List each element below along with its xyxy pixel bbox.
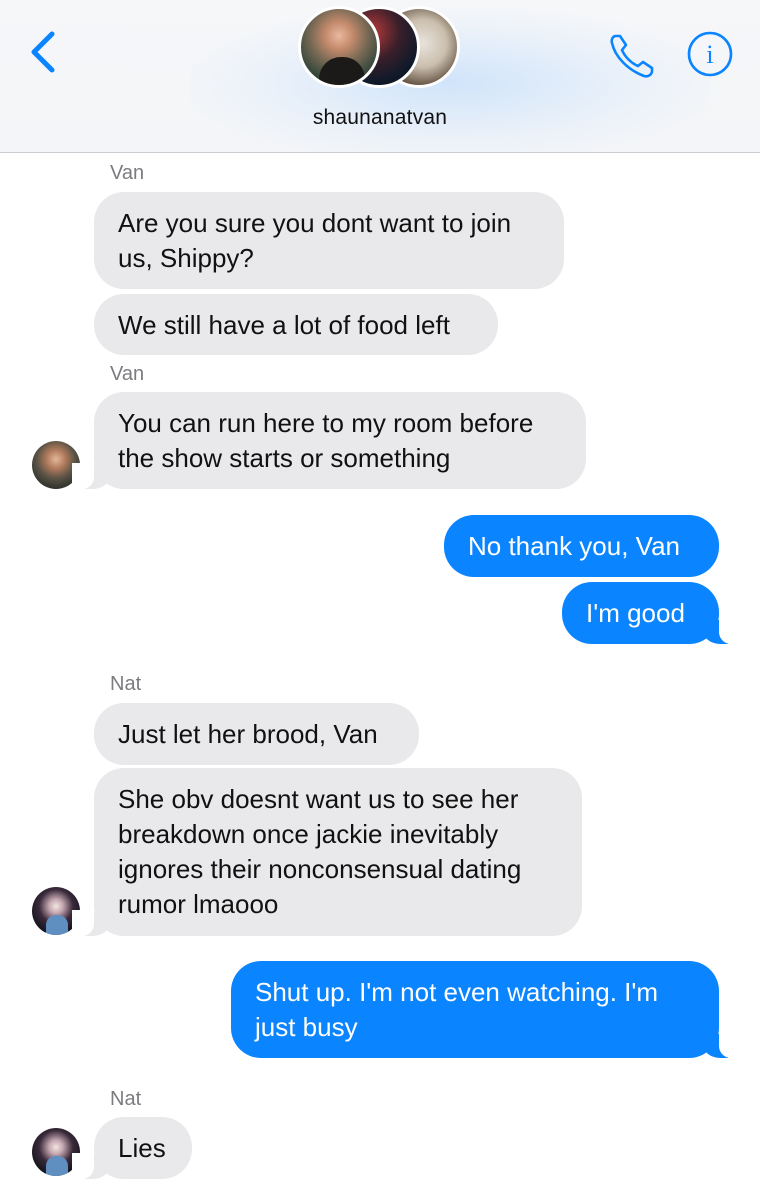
message-bubble-received[interactable]: You can run here to my room before the s… <box>72 392 586 489</box>
message-bubble-sent[interactable]: Shut up. I'm not even watching. I'm just… <box>231 961 741 1058</box>
sender-label: Nat <box>110 673 142 695</box>
call-button[interactable] <box>606 30 658 82</box>
message-bubble-received[interactable]: Just let her brood, Van <box>94 703 419 765</box>
message-bubble-received[interactable]: We still have a lot of food left <box>94 294 498 355</box>
sender-label: Van <box>110 162 145 184</box>
sender-label: Nat <box>110 1088 142 1110</box>
message-bubble-received[interactable]: Are you sure you dont want to join us, S… <box>94 192 564 289</box>
group-avatars[interactable] <box>298 6 468 94</box>
message-bubble-received[interactable]: Lies <box>72 1117 192 1179</box>
info-button[interactable]: i <box>686 30 734 78</box>
chevron-left-icon <box>31 31 55 73</box>
message-bubble-sent[interactable]: No thank you, Van <box>444 515 719 577</box>
avatar-member-1 <box>298 6 380 88</box>
sender-label: Van <box>110 363 145 385</box>
back-button[interactable] <box>24 28 64 76</box>
info-icon: i <box>687 31 733 77</box>
group-name[interactable]: shaunanatvan <box>0 106 760 130</box>
svg-text:i: i <box>706 40 713 69</box>
message-bubble-received[interactable]: She obv doesnt want us to see her breakd… <box>72 768 582 936</box>
message-bubble-sent[interactable]: I'm good <box>562 582 741 644</box>
chat-header: shaunanatvan i <box>0 0 760 153</box>
phone-icon <box>610 34 654 78</box>
